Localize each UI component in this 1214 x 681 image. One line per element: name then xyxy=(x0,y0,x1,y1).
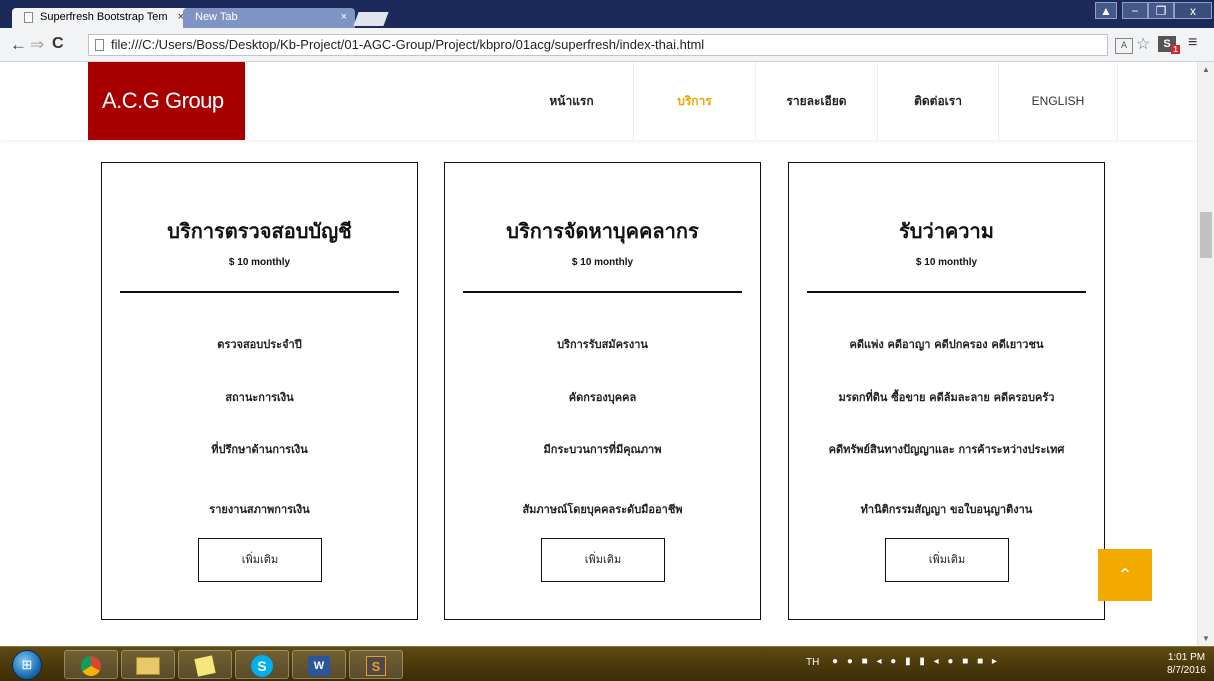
forward-arrow-icon[interactable]: ⇒ xyxy=(30,35,44,55)
card-title: บริการจัดหาบุคคลากร xyxy=(506,219,699,243)
nav-item-services[interactable]: บริการ xyxy=(634,62,756,140)
taskbar: ⊞ S W S TH ● ● ■ ◂ ● ▮ ▮ ◂ ● ■ ■ ▸ 1:01 … xyxy=(0,646,1214,681)
more-button[interactable]: เพิ่มเติม xyxy=(541,538,665,582)
page-icon xyxy=(95,39,104,51)
browser-title-bar: Superfresh Bootstrap Tem × New Tab × ▲ −… xyxy=(0,0,1214,28)
pricing-card-recruitment: บริการจัดหาบุคคลากร $ 10 monthly บริการร… xyxy=(444,162,761,620)
nav-item-contact[interactable]: ติดต่อเรา xyxy=(878,62,999,140)
card-feature: ตรวจสอบประจำปี xyxy=(217,338,302,351)
taskbar-clock[interactable]: 1:01 PM 8/7/2016 xyxy=(1167,651,1206,677)
start-button[interactable]: ⊞ xyxy=(12,650,42,680)
card-feature: ที่ปรึกษาด้านการเงิน xyxy=(211,443,308,456)
page-icon xyxy=(24,12,33,23)
card-feature: ทำนิติกรรมสัญญา ขอใบอนุญาติงาน xyxy=(860,503,1033,516)
tab-new-tab[interactable]: New Tab × xyxy=(183,8,355,28)
card-divider xyxy=(120,291,399,293)
url-text: file:///C:/Users/Boss/Desktop/Kb-Project… xyxy=(111,37,705,52)
sticky-notes-icon[interactable] xyxy=(178,650,232,679)
page-scrollbar[interactable]: ▲ ▼ xyxy=(1197,62,1214,646)
chrome-icon[interactable] xyxy=(64,650,118,679)
clock-time: 1:01 PM xyxy=(1167,652,1206,663)
browser-toolbar: ← ⇒ C file:///C:/Users/Boss/Desktop/Kb-P… xyxy=(0,28,1214,62)
chevron-up-icon: ⌃ xyxy=(1117,565,1133,585)
reload-icon[interactable]: C xyxy=(52,35,64,53)
card-title: บริการตรวจสอบบัญชี xyxy=(167,219,352,243)
user-icon[interactable]: ▲ xyxy=(1095,2,1117,19)
card-feature: คัดกรองบุคคล xyxy=(568,391,637,404)
system-tray-icons[interactable]: ● ● ■ ◂ ● ▮ ▮ ◂ ● ■ ■ ▸ xyxy=(832,656,1000,667)
address-bar[interactable]: file:///C:/Users/Boss/Desktop/Kb-Project… xyxy=(88,34,1108,56)
card-divider xyxy=(807,291,1086,293)
card-feature: คดีแพ่ง คดีอาญา คดีปกครอง คดีเยาวชน xyxy=(849,338,1044,351)
card-feature: คดีทรัพย์สินทางปัญญาและ การค้าระหว่างประ… xyxy=(828,443,1065,456)
brand-logo[interactable]: A.C.G Group xyxy=(88,62,245,140)
more-button[interactable]: เพิ่มเติม xyxy=(885,538,1009,582)
menu-icon[interactable]: ≡ xyxy=(1188,34,1197,52)
sublime-text-icon[interactable]: S xyxy=(349,650,403,679)
main-nav: หน้าแรก บริการ รายละเอียด ติดต่อเรา ENGL… xyxy=(510,62,1118,140)
file-explorer-icon[interactable] xyxy=(121,650,175,679)
card-feature: มีกระบวนการที่มีคุณภาพ xyxy=(543,443,662,456)
translate-icon[interactable]: A xyxy=(1115,38,1133,54)
card-feature: รายงานสภาพการเงิน xyxy=(209,503,310,516)
star-icon[interactable]: ☆ xyxy=(1136,34,1150,54)
scroll-up-icon[interactable]: ▲ xyxy=(1202,65,1210,74)
back-to-top-button[interactable]: ⌃ xyxy=(1098,549,1152,601)
page-viewport: A.C.G Group หน้าแรก บริการ รายละเอียด ติ… xyxy=(0,62,1214,646)
nav-item-home[interactable]: หน้าแรก xyxy=(510,62,634,140)
card-feature: มรดกที่ดิน ซื้อขาย คดีล้มละลาย คดีครอบคร… xyxy=(838,391,1055,404)
card-feature: สถานะการเงิน xyxy=(225,391,294,404)
new-tab-button[interactable] xyxy=(353,12,389,26)
card-price: $ 10 monthly xyxy=(915,257,978,268)
tab-title: Superfresh Bootstrap Tem xyxy=(40,11,168,23)
card-price: $ 10 monthly xyxy=(571,257,634,268)
word-icon[interactable]: W xyxy=(292,650,346,679)
tab-close-icon[interactable]: × xyxy=(341,11,347,23)
clock-date: 8/7/2016 xyxy=(1167,665,1206,676)
card-title: รับว่าความ xyxy=(899,219,994,243)
tab-superfresh[interactable]: Superfresh Bootstrap Tem × xyxy=(12,8,192,28)
scroll-thumb[interactable] xyxy=(1200,212,1212,258)
card-divider xyxy=(463,291,742,293)
card-feature: สัมภาษณ์โดยบุคคลระดับมืออาชีพ xyxy=(522,503,683,516)
nav-item-english[interactable]: ENGLISH xyxy=(999,62,1118,140)
close-button[interactable]: x xyxy=(1174,2,1212,19)
card-feature: บริการรับสมัครงาน xyxy=(557,338,648,351)
extension-icon[interactable]: S1 xyxy=(1158,36,1180,54)
site-header: A.C.G Group หน้าแรก บริการ รายละเอียด ติ… xyxy=(0,62,1197,140)
pricing-card-audit: บริการตรวจสอบบัญชี $ 10 monthly ตรวจสอบป… xyxy=(101,162,418,620)
scroll-down-icon[interactable]: ▼ xyxy=(1202,634,1210,643)
skype-icon[interactable]: S xyxy=(235,650,289,679)
maximize-button[interactable]: ❐ xyxy=(1148,2,1174,19)
back-arrow-icon[interactable]: ← xyxy=(10,35,27,55)
language-indicator[interactable]: TH xyxy=(806,657,819,668)
pricing-card-legal: รับว่าความ $ 10 monthly คดีแพ่ง คดีอาญา … xyxy=(788,162,1105,620)
more-button[interactable]: เพิ่มเติม xyxy=(198,538,322,582)
card-price: $ 10 monthly xyxy=(228,257,291,268)
nav-item-details[interactable]: รายละเอียด xyxy=(756,62,878,140)
tab-title: New Tab xyxy=(195,11,238,23)
minimize-button[interactable]: − xyxy=(1122,2,1148,19)
